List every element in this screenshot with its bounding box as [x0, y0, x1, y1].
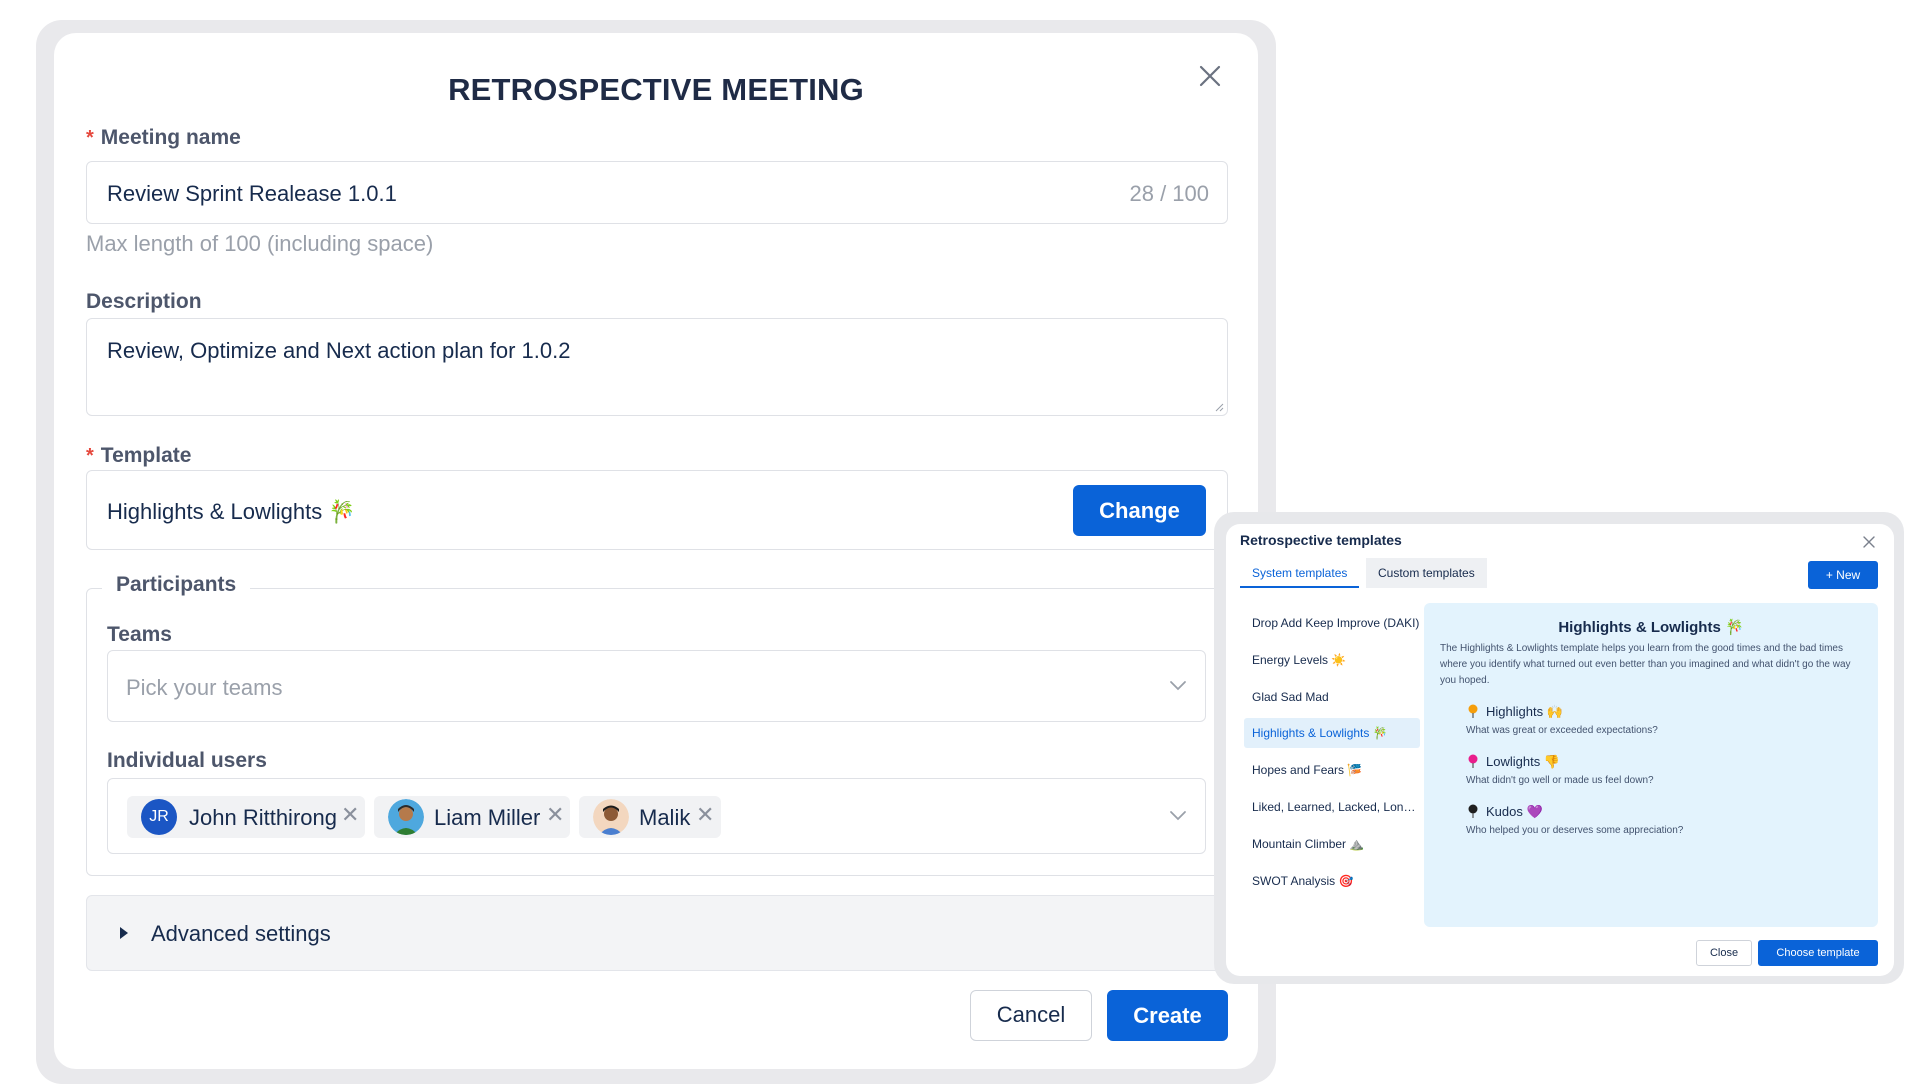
- new-template-button[interactable]: + New: [1808, 561, 1878, 589]
- participants-legend: Participants: [102, 573, 251, 597]
- change-template-button[interactable]: Change: [1073, 485, 1206, 536]
- user-chip-john: JR John Ritthirong ✕: [127, 796, 365, 838]
- template-list-item[interactable]: Glad Sad Mad: [1244, 682, 1420, 712]
- template-list-item[interactable]: SWOT Analysis 🎯: [1244, 866, 1420, 896]
- teams-placeholder: Pick your teams: [126, 675, 283, 700]
- chevron-down-icon[interactable]: [1169, 809, 1187, 821]
- user-chip-liam: Liam Miller ✕: [374, 796, 570, 838]
- modal-title: RETROSPECTIVE MEETING: [448, 72, 864, 107]
- preview-column-question: Who helped you or deserves some apprecia…: [1466, 825, 1684, 836]
- preview-column-question: What didn't go well or made us feel down…: [1466, 775, 1654, 786]
- preview-column-title: Kudos 💜: [1486, 804, 1543, 819]
- required-mark: *: [86, 445, 94, 467]
- description-label: Description: [86, 290, 202, 313]
- remove-user-icon[interactable]: ✕: [546, 802, 564, 828]
- preview-title: Highlights & Lowlights 🎋: [1558, 619, 1744, 636]
- template-list-item[interactable]: Hopes and Fears 🎏: [1244, 755, 1420, 785]
- teams-label: Teams: [107, 623, 172, 646]
- meeting-name-input[interactable]: Review Sprint Realease 1.0.1 28 / 100: [86, 161, 1228, 224]
- avatar: JR: [141, 799, 177, 835]
- template-list-item-selected[interactable]: Highlights & Lowlights 🎋: [1244, 718, 1420, 748]
- preview-column-title: Lowlights 👎: [1486, 754, 1560, 769]
- choose-template-button[interactable]: Choose template: [1758, 940, 1878, 966]
- user-chip-name: Liam Miller: [434, 805, 541, 830]
- template-list-item[interactable]: Liked, Learned, Lacked, Longed for: [1244, 792, 1420, 822]
- popup-title: Retrospective templates: [1240, 532, 1402, 548]
- template-list-item[interactable]: Drop Add Keep Improve (DAKI): [1244, 608, 1420, 638]
- template-value: Highlights & Lowlights 🎋: [107, 499, 356, 524]
- preview-description: The Highlights & Lowlights template help…: [1440, 643, 1851, 686]
- close-icon[interactable]: [1196, 62, 1224, 90]
- close-icon[interactable]: [1862, 535, 1876, 549]
- tab-custom-templates[interactable]: Custom templates: [1366, 558, 1487, 588]
- teams-select[interactable]: Pick your teams: [107, 650, 1206, 722]
- meeting-name-value[interactable]: Review Sprint Realease 1.0.1: [107, 181, 397, 207]
- pin-icon: [1468, 704, 1478, 718]
- individual-users-label: Individual users: [107, 749, 267, 772]
- chevron-down-icon[interactable]: [1169, 679, 1187, 691]
- user-chip-name: John Ritthirong: [189, 805, 337, 830]
- popup-close-button[interactable]: Close: [1696, 940, 1752, 966]
- required-mark: *: [86, 127, 94, 149]
- resize-handle-icon[interactable]: [1214, 402, 1224, 412]
- user-chip-malik: Malik ✕: [579, 796, 721, 838]
- tab-system-templates[interactable]: System templates: [1240, 558, 1360, 588]
- character-counter: 28 / 100: [1129, 181, 1209, 206]
- description-textarea[interactable]: Review, Optimize and Next action plan fo…: [86, 318, 1228, 416]
- template-list-item[interactable]: Mountain Climber ⛰️: [1244, 829, 1420, 859]
- create-button[interactable]: Create: [1107, 990, 1228, 1041]
- caret-right-icon: [120, 927, 128, 939]
- remove-user-icon[interactable]: ✕: [696, 802, 714, 828]
- avatar: [593, 799, 629, 835]
- meeting-name-helper: Max length of 100 (including space): [86, 231, 434, 256]
- pin-icon: [1468, 754, 1478, 768]
- advanced-settings-label: Advanced settings: [151, 921, 331, 946]
- avatar: [388, 799, 424, 835]
- template-label: * Template: [86, 444, 191, 468]
- advanced-settings-toggle[interactable]: Advanced settings: [86, 895, 1228, 971]
- description-value[interactable]: Review, Optimize and Next action plan fo…: [107, 338, 570, 364]
- pin-icon: [1468, 804, 1478, 818]
- template-label-text: Template: [100, 444, 192, 467]
- user-chip-name: Malik: [639, 805, 691, 830]
- meeting-name-label: * Meeting name: [86, 126, 241, 150]
- preview-column-title: Highlights 🙌: [1486, 704, 1563, 719]
- cancel-button[interactable]: Cancel: [970, 990, 1092, 1041]
- preview-column-question: What was great or exceeded expectations?: [1466, 725, 1658, 736]
- template-field: Highlights & Lowlights 🎋: [86, 470, 1228, 550]
- remove-user-icon[interactable]: ✕: [341, 802, 359, 828]
- meeting-name-label-text: Meeting name: [100, 126, 241, 149]
- template-list-item[interactable]: Energy Levels ☀️: [1244, 645, 1420, 675]
